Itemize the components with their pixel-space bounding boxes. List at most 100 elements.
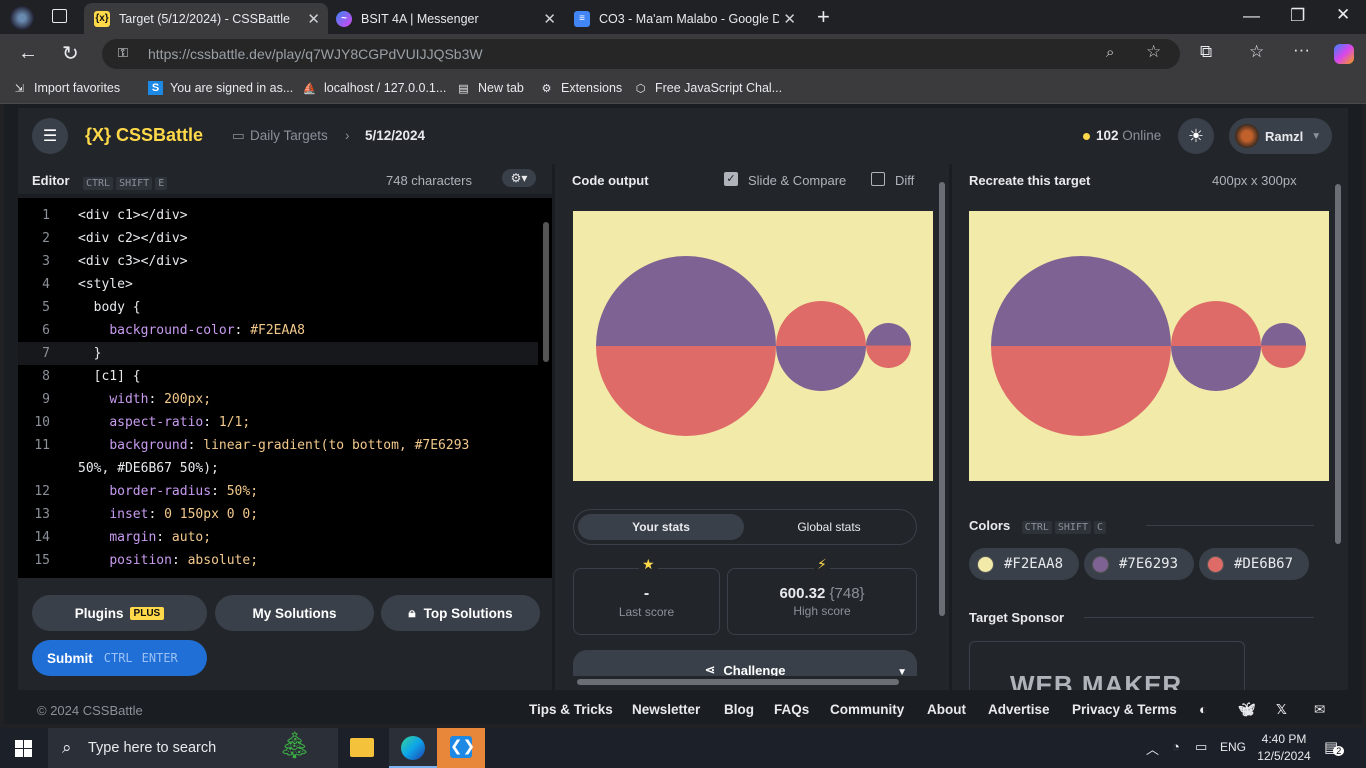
address-input[interactable]: ⚿ https://cssbattle.dev/play/q7WJY8CGPdV… — [102, 39, 1180, 69]
tab-your-stats[interactable]: Your stats — [578, 514, 744, 540]
code-line[interactable]: 9 width: 200px; — [18, 388, 538, 411]
bluesky-icon[interactable]: 🦋︎ — [1238, 702, 1255, 718]
color-swatch-2[interactable]: #7E6293 — [1084, 548, 1194, 580]
code-line[interactable]: 6 background-color: #F2EAA8 — [18, 319, 538, 342]
code-line[interactable]: 4 <style> — [18, 273, 538, 296]
diff-checkbox[interactable] — [871, 172, 885, 186]
footer-link-privacy[interactable]: Privacy & Terms — [1072, 702, 1177, 717]
refresh-icon[interactable]: ↻ — [62, 41, 79, 66]
new-tab-icon[interactable]: + — [817, 4, 830, 30]
bookmark-import-favorites[interactable]: ⇲ Import favorites — [12, 81, 120, 95]
code-line[interactable]: 11 background: linear-gradient(to bottom… — [18, 434, 538, 457]
swatch-dot — [1092, 555, 1109, 573]
code-line[interactable]: 1 <div c1></div> — [18, 204, 538, 227]
code-line[interactable]: 13 inset: 0 150px 0 0; — [18, 503, 538, 526]
user-menu-button[interactable]: Ramzl ▼ — [1229, 118, 1332, 154]
submit-button[interactable]: Submit CTRL ENTER — [32, 640, 207, 676]
target-circle-small — [1261, 323, 1306, 368]
bookmark-extensions[interactable]: ⚙ Extensions — [539, 81, 623, 95]
windows-start-icon[interactable] — [15, 740, 32, 757]
tab-messenger[interactable]: ~ BSIT 4A | Messenger ✕ — [326, 3, 564, 34]
sponsor-card[interactable]: WEB MAKER — [969, 641, 1245, 690]
challenge-button[interactable]: ⋖ Challenge ▼ — [573, 650, 917, 678]
more-menu-icon[interactable]: ··· — [1293, 40, 1310, 60]
tab-global-stats[interactable]: Global stats — [746, 514, 912, 540]
tab-actions-icon[interactable] — [52, 9, 67, 23]
close-tab-icon[interactable]: ✕ — [543, 10, 556, 28]
swatch-dot — [977, 555, 994, 573]
cssbattle-logo[interactable]: {X} CSSBattle — [85, 125, 203, 146]
favorite-star-icon[interactable]: ☆ — [1146, 42, 1161, 62]
line-number: 11 — [34, 438, 50, 453]
close-tab-icon[interactable]: ✕ — [307, 10, 320, 28]
code-line[interactable]: 14 margin: auto; — [18, 526, 538, 549]
lock-icon: 🔒︎ — [408, 605, 416, 620]
code-output-canvas[interactable] — [573, 211, 933, 481]
site-info-icon[interactable]: ⚿ — [118, 45, 128, 61]
tab-cssbattle[interactable]: {x} Target (5/12/2024) - CSSBattle ✕ — [84, 3, 328, 34]
close-window-icon[interactable]: ✕ — [1336, 5, 1350, 25]
clock[interactable]: 4:40 PM 12/5/2024 — [1256, 731, 1312, 765]
footer-link-tips[interactable]: Tips & Tricks — [529, 702, 613, 717]
zoom-icon[interactable]: ⌕ — [1106, 44, 1114, 61]
app-inner: ☰ {X} CSSBattle ▭ Daily Targets › 5/12/2… — [18, 108, 1348, 724]
code-line[interactable]: 12 border-radius: 50%; — [18, 480, 538, 503]
mail-icon[interactable]: ✉ — [1314, 702, 1325, 718]
bookmark-javascript[interactable]: ⬡ Free JavaScript Chal... — [633, 81, 782, 95]
edge-icon[interactable] — [389, 728, 437, 768]
restore-icon[interactable]: ❐ — [1290, 6, 1305, 26]
theme-toggle-button[interactable]: ☀ — [1178, 118, 1214, 154]
plugins-button[interactable]: Plugins PLUS — [32, 595, 207, 631]
tab-google-docs[interactable]: ≡ CO3 - Ma'am Malabo - Google Do ✕ — [564, 3, 804, 34]
output-scrollbar[interactable] — [936, 164, 948, 669]
breadcrumb-daily-targets[interactable]: Daily Targets — [250, 128, 328, 143]
twitter-icon[interactable]: 𝕏 — [1276, 702, 1287, 718]
bookmark-new-tab[interactable]: ▤ New tab — [456, 81, 524, 95]
close-tab-icon[interactable]: ✕ — [783, 10, 796, 28]
profile-avatar-icon[interactable] — [10, 6, 34, 30]
battery-icon[interactable]: ▭ — [1195, 739, 1207, 755]
bookmark-signed-in[interactable]: S You are signed in as... — [148, 81, 293, 95]
file-explorer-icon[interactable] — [350, 738, 374, 757]
code-line[interactable]: 5 body { — [18, 296, 538, 319]
footer-link-about[interactable]: About — [927, 702, 966, 717]
code-line[interactable]: 7 } — [18, 342, 538, 365]
slide-compare-checkbox[interactable]: ✓ — [724, 172, 738, 186]
code-line[interactable]: 8 [c1] { — [18, 365, 538, 388]
horizontal-scrollbar[interactable] — [559, 676, 929, 688]
code-line[interactable]: 3 <div c3></div> — [18, 250, 538, 273]
lang-indicator[interactable]: ENG — [1220, 740, 1246, 754]
network-icon[interactable]: ◔ — [1172, 739, 1180, 754]
color-swatch-1[interactable]: #F2EAA8 — [969, 548, 1079, 580]
vscode-icon[interactable]: ❮❯ — [437, 728, 485, 768]
hamburger-menu-button[interactable]: ☰ — [32, 118, 68, 154]
notification-icon[interactable]: ▤2 — [1324, 738, 1345, 756]
code-line[interactable]: 15 position: absolute; — [18, 549, 538, 572]
code-editor[interactable]: 1 <div c1></div> 2 <div c2></div> 3 <div c3><… — [18, 198, 552, 578]
extensions-icon[interactable]: ⧉ — [1200, 42, 1212, 62]
discord-icon[interactable]: ◐ — [1199, 702, 1207, 717]
back-icon[interactable]: ← — [18, 42, 38, 65]
settings-gear-button[interactable]: ⚙▾ — [502, 169, 536, 187]
top-solutions-button[interactable]: 🔒︎ Top Solutions — [381, 595, 540, 631]
footer-link-community[interactable]: Community — [830, 702, 904, 717]
slide-compare-label: Slide & Compare — [748, 173, 847, 188]
footer-link-newsletter[interactable]: Newsletter — [632, 702, 700, 717]
bookmark-localhost[interactable]: ⛵ localhost / 127.0.0.1... — [302, 81, 447, 95]
output-title: Code output — [572, 173, 649, 188]
code-line[interactable]: 10 aspect-ratio: 1/1; — [18, 411, 538, 434]
code-line[interactable]: 50%, #DE6B67 50%); — [18, 457, 538, 480]
editor-scrollbar[interactable] — [541, 198, 551, 578]
color-swatch-3[interactable]: #DE6B67 — [1199, 548, 1309, 580]
tray-chevron-icon[interactable]: ︿ — [1146, 739, 1159, 758]
footer-link-faqs[interactable]: FAQs — [774, 702, 809, 717]
footer-link-blog[interactable]: Blog — [724, 702, 754, 717]
target-scrollbar[interactable] — [1332, 164, 1344, 684]
taskbar-search-input[interactable]: ⌕ Type here to search 🎄︎ — [48, 728, 338, 768]
footer-link-advertise[interactable]: Advertise — [988, 702, 1050, 717]
my-solutions-button[interactable]: My Solutions — [215, 595, 374, 631]
minimize-icon[interactable]: — — [1243, 6, 1260, 26]
copilot-icon[interactable] — [1334, 44, 1354, 64]
code-line[interactable]: 2 <div c2></div> — [18, 227, 538, 250]
favorites-icon[interactable]: ☆ — [1249, 42, 1264, 62]
